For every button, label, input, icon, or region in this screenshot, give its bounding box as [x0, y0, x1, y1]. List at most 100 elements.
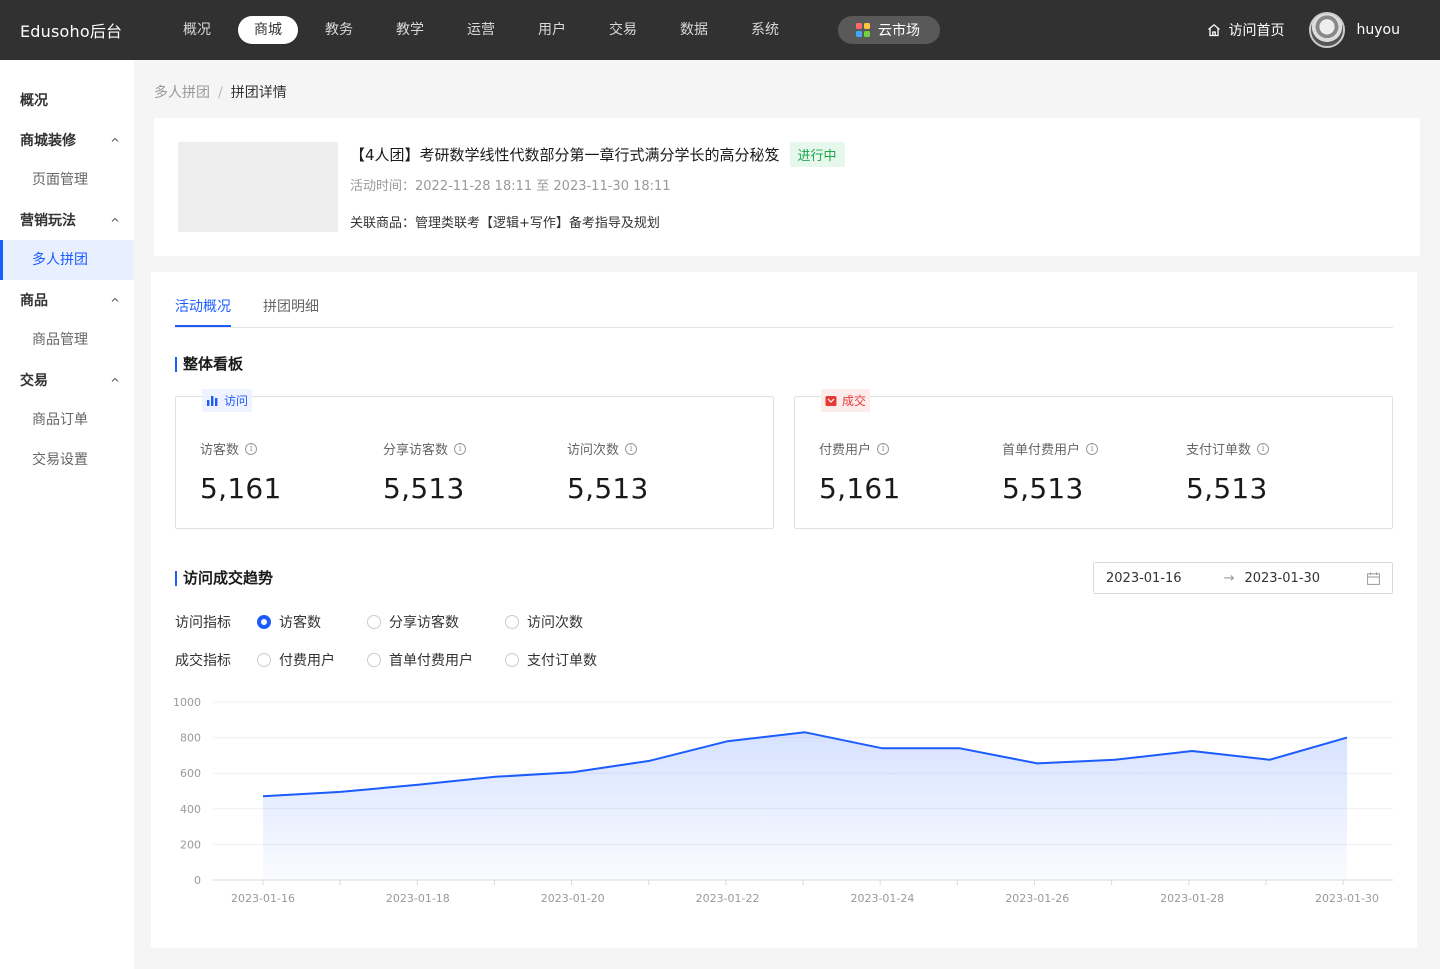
y-tick-label: 200	[180, 838, 201, 851]
x-tick-label: 2023-01-28	[1160, 892, 1224, 905]
nav-item[interactable]: 概况	[167, 16, 227, 44]
stat-label: 分享访客数	[383, 443, 449, 458]
stat-paid-orders: 支付订单数 i 5,513	[1186, 439, 1270, 505]
stat-label: 支付订单数	[1186, 443, 1252, 458]
calendar-icon[interactable]	[1367, 572, 1380, 585]
stat-visitors: 访客数 i 5,161	[200, 439, 282, 505]
sidebar-item-overview[interactable]: 概况	[0, 80, 134, 120]
activity-thumbnail	[178, 142, 338, 232]
date-end[interactable]: 2023-01-30	[1244, 571, 1320, 586]
stat-value: 5,161	[819, 472, 901, 505]
y-tick-label: 0	[194, 874, 201, 887]
activity-time: 活动时间：2022-11-28 18:11 至 2023-11-30 18:11	[350, 179, 671, 194]
stat-label: 首单付费用户	[1002, 443, 1081, 458]
username[interactable]: huyou	[1357, 22, 1400, 38]
deal-badge-label: 成交	[842, 394, 867, 408]
breadcrumb-parent[interactable]: 多人拼团	[154, 85, 210, 101]
sidebar-group[interactable]: 营销玩法	[0, 200, 134, 240]
breadcrumb-separator: /	[218, 85, 223, 101]
apps-grid-icon	[856, 23, 870, 37]
nav-item[interactable]: 教务	[309, 16, 369, 44]
x-tick-label: 2023-01-24	[850, 892, 914, 905]
stat-value: 5,513	[383, 472, 465, 505]
y-tick-label: 800	[180, 732, 201, 745]
stat-value: 5,161	[200, 472, 282, 505]
info-icon[interactable]: i	[1086, 442, 1099, 455]
radio-first-paid-users[interactable]: 首单付费用户	[367, 650, 505, 670]
chevron-up-icon[interactable]	[110, 295, 120, 305]
stat-paid-users: 付费用户 i 5,161	[819, 439, 901, 505]
related-goods: 关联商品：管理类联考【逻辑+写作】备考指导及规划	[350, 216, 660, 231]
radio-label: 付费用户	[279, 653, 335, 669]
x-tick-label: 2023-01-30	[1315, 892, 1379, 905]
visit-stats-box: 访问 访客数 i 5,161 分享访客数 i 5,513 访问次数 i 5,513	[175, 389, 774, 529]
nav-item[interactable]: 系统	[735, 16, 795, 44]
date-start[interactable]: 2023-01-16	[1106, 571, 1182, 586]
sidebar-item[interactable]: 商品管理	[0, 320, 134, 360]
sidebar-item[interactable]: 多人拼团	[0, 240, 134, 280]
radio-paid-users[interactable]: 付费用户	[257, 650, 367, 670]
x-tick-label: 2023-01-26	[1005, 892, 1069, 905]
sidebar-group-label: 商品	[20, 293, 48, 309]
visit-home-label: 访问首页	[1228, 23, 1285, 39]
nav-item[interactable]: 教学	[380, 16, 440, 44]
avatar[interactable]	[1308, 12, 1345, 48]
radio-visit-count[interactable]: 访问次数	[505, 612, 583, 632]
sidebar-item-label: 概况	[20, 93, 48, 109]
stat-label: 访问次数	[567, 443, 620, 458]
stat-value: 5,513	[1002, 472, 1084, 505]
sidebar-item[interactable]: 页面管理	[0, 160, 134, 200]
cloud-market-button[interactable]: 云市场	[838, 16, 940, 44]
dashboard-title: 整体看板	[175, 357, 243, 372]
radio-label: 访问次数	[527, 615, 583, 631]
arrow-right-icon: →	[1223, 570, 1235, 586]
status-badge: 进行中	[789, 142, 845, 167]
radio-visitors[interactable]: 访客数	[257, 612, 367, 632]
stat-visit-count: 访问次数 i 5,513	[567, 439, 649, 505]
x-tick-label: 2023-01-16	[231, 892, 295, 905]
cloud-market-label: 云市场	[878, 23, 920, 39]
nav-item[interactable]: 数据	[664, 16, 724, 44]
sidebar: 概况商城装修 页面管理营销玩法多人拼团商品商品管理交易商品订单 交易设置	[0, 60, 134, 969]
visit-home-link[interactable]: 访问首页	[1207, 20, 1285, 40]
radio-paid-orders[interactable]: 支付订单数	[505, 650, 597, 670]
trend-title: 访问成交趋势	[175, 571, 273, 586]
deal-metric-row: 成交指标 付费用户 首单付费用户 支付订单数	[175, 650, 597, 670]
info-icon[interactable]: i	[454, 442, 467, 455]
chevron-up-icon[interactable]	[110, 375, 120, 385]
tab-overview[interactable]: 活动概况	[175, 296, 231, 327]
tab-detail[interactable]: 拼团明细	[263, 296, 319, 327]
chevron-up-icon[interactable]	[110, 215, 120, 225]
info-icon[interactable]: i	[245, 442, 258, 455]
info-icon[interactable]: i	[877, 442, 890, 455]
x-tick-label: 2023-01-18	[386, 892, 450, 905]
app-logo[interactable]: Edusoho后台	[20, 18, 154, 42]
activity-detail-panel: 活动概况 拼团明细 整体看板 访问 访客数 i 5,161 分享访客数 i 5,51…	[151, 272, 1417, 948]
main-nav: 概况 商城 教务 教学 运营 用户 交易 数据 系统	[167, 16, 806, 44]
activity-title: 【4人团】考研数学线性代数部分第一章行式满分学长的高分秘笈	[350, 146, 780, 164]
nav-item[interactable]: 运营	[451, 16, 511, 44]
deal-stats-box: 成交 付费用户 i 5,161 首单付费用户 i 5,513 支付订单数 i 5,51…	[794, 389, 1393, 529]
sidebar-group[interactable]: 交易	[0, 360, 134, 400]
trend-area-chart: 0 200 400 600 800 1000 2023-01-16 2023-01-18 202…	[173, 696, 1393, 905]
sidebar-group-label: 交易	[20, 373, 48, 389]
chevron-up-icon[interactable]	[110, 135, 120, 145]
sidebar-item[interactable]: 交易设置	[0, 440, 134, 480]
sidebar-group-label: 营销玩法	[20, 213, 76, 229]
date-range-picker[interactable]: 2023-01-16 → 2023-01-30	[1093, 562, 1393, 594]
radio-share-visitors[interactable]: 分享访客数	[367, 612, 505, 632]
nav-item[interactable]: 商城	[238, 16, 298, 44]
sidebar-group[interactable]: 商品	[0, 280, 134, 320]
nav-item[interactable]: 交易	[593, 16, 653, 44]
info-icon[interactable]: i	[1257, 442, 1270, 455]
nav-item[interactable]: 用户	[522, 16, 582, 44]
sidebar-item[interactable]: 商品订单	[0, 400, 134, 440]
tab-bar: 活动概况 拼团明细	[175, 296, 1393, 328]
stat-label: 付费用户	[819, 443, 872, 458]
bar-chart-icon	[207, 395, 218, 406]
info-icon[interactable]: i	[625, 442, 638, 455]
sidebar-group[interactable]: 商城装修	[0, 120, 134, 160]
visit-badge-label: 访问	[224, 394, 249, 408]
radio-label: 访客数	[279, 615, 321, 631]
deal-metric-label: 成交指标	[175, 653, 231, 669]
